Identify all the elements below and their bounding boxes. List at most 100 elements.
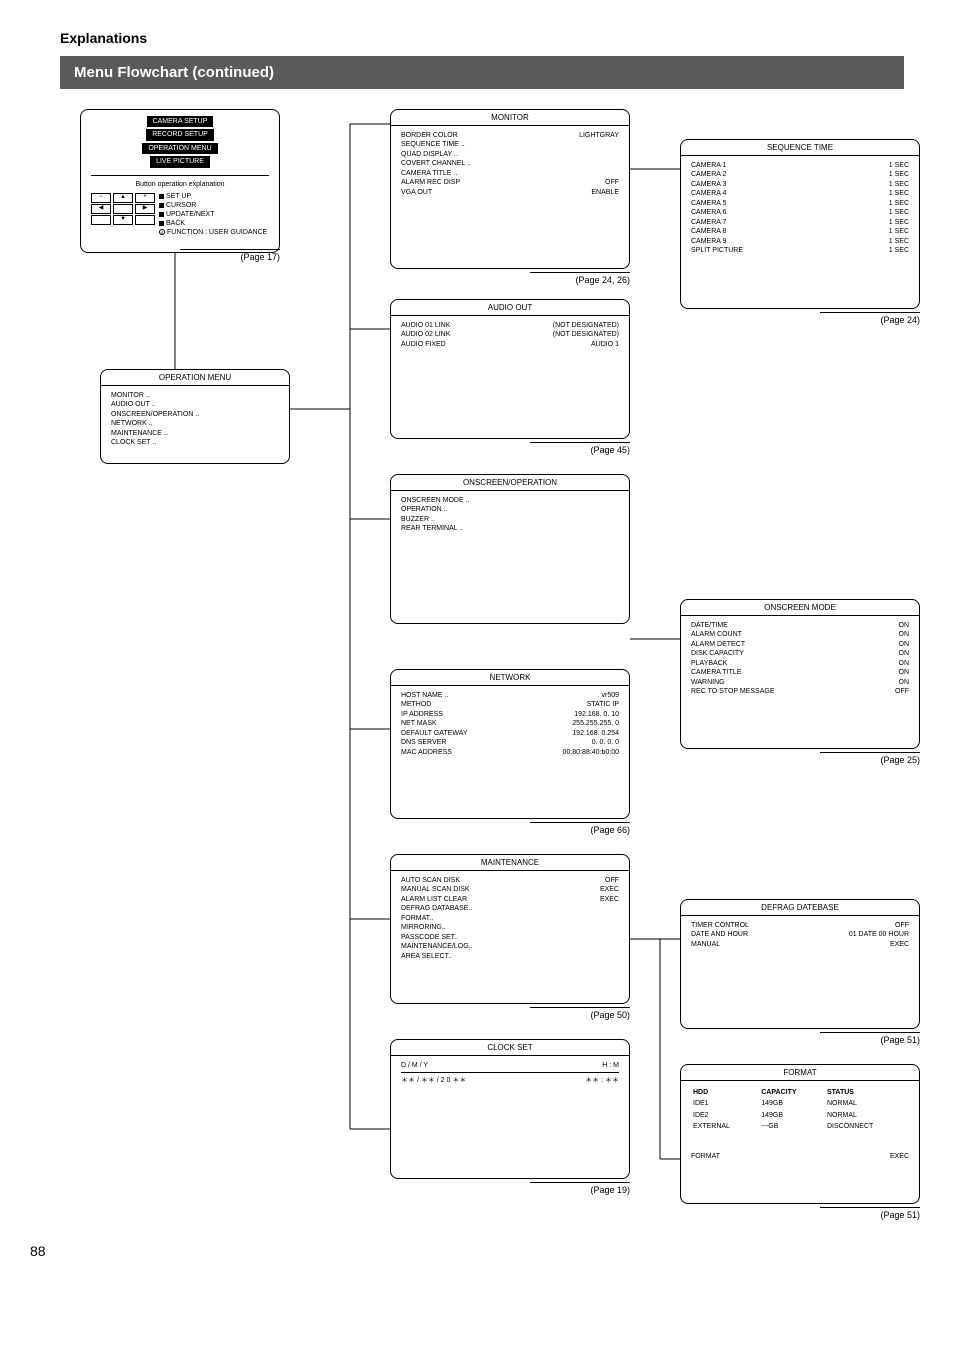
defrag-ref: (Page 51) xyxy=(820,1032,920,1045)
clock-dmy: D / M / Y xyxy=(401,1061,428,1070)
onscreen-mode-ref: (Page 25) xyxy=(820,752,920,765)
data-row: AUTO SCAN DISKOFF xyxy=(401,876,619,885)
menu-operation-menu[interactable]: OPERATION MENU xyxy=(142,143,217,154)
main-menu-panel: CAMERA SETUP RECORD SETUP OPERATION MENU… xyxy=(80,109,280,253)
op-maintenance[interactable]: MAINTENANCE .. xyxy=(111,429,279,438)
data-row: CAMERA 81 SEC xyxy=(691,227,909,236)
btn-plus[interactable]: + xyxy=(135,193,155,203)
menu-record-setup[interactable]: RECORD SETUP xyxy=(146,129,214,140)
data-row: CAMERA 91 SEC xyxy=(691,237,909,246)
btn-down[interactable]: ▼ xyxy=(113,215,133,225)
onscreen-op-head: ONSCREEN/OPERATION xyxy=(391,475,629,491)
data-row: CAMERA 11 SEC xyxy=(691,161,909,170)
fmt-exec[interactable]: EXEC xyxy=(890,1152,909,1161)
menu-live-picture[interactable]: LIVE PICTURE xyxy=(150,156,210,167)
data-row: MANUAL SCAN DISKEXEC xyxy=(401,885,619,894)
data-row: MAC ADDRESS00:80:88:40:b0:00 xyxy=(401,748,619,757)
clock-hm: H : M xyxy=(602,1061,619,1070)
clock-date-val[interactable]: ＊＊ / ＊＊ / 2 0 ＊＊ xyxy=(401,1076,466,1085)
data-row: DISK CAPACITYON xyxy=(691,649,909,658)
data-row: METHODSTATIC IP xyxy=(401,700,619,709)
maintenance-head: MAINTENANCE xyxy=(391,855,629,871)
onscreen-mode-head: ONSCREEN MODE xyxy=(681,600,919,616)
btn-minus[interactable]: − xyxy=(91,193,111,203)
monitor-panel: MONITOR BORDER COLORLIGHTGRAYSEQUENCE TI… xyxy=(390,109,630,269)
clock-ref: (Page 19) xyxy=(530,1182,630,1195)
data-row: ALARM COUNTON xyxy=(691,630,909,639)
maintenance-ref: (Page 50) xyxy=(530,1007,630,1020)
network-panel: NETWORK HOST NAME ..vr509METHODSTATIC IP… xyxy=(390,669,630,819)
btn-up[interactable]: ▲ xyxy=(113,193,133,203)
sequence-time-panel: SEQUENCE TIME CAMERA 11 SECCAMERA 21 SEC… xyxy=(680,139,920,309)
data-row: ALARM REC DISPOFF xyxy=(401,178,619,187)
data-row: CAMERA 71 SEC xyxy=(691,218,909,227)
sequence-ref: (Page 24) xyxy=(820,312,920,325)
maintenance-panel: MAINTENANCE AUTO SCAN DISKOFFMANUAL SCAN… xyxy=(390,854,630,1004)
data-row: DNS SERVER0. 0. 0. 0 xyxy=(401,738,619,747)
data-row: BORDER COLORLIGHTGRAY xyxy=(401,131,619,140)
data-row: NET MASK255.255.255. 0 xyxy=(401,719,619,728)
data-row: QUAD DISPLAY .. xyxy=(401,150,619,159)
data-row: CAMERA 31 SEC xyxy=(691,180,909,189)
data-row: DEFAULT GATEWAY192.168. 0.254 xyxy=(401,729,619,738)
osop-operation[interactable]: OPERATION .. xyxy=(401,505,619,514)
legend-back: BACK xyxy=(166,220,185,227)
btn-left[interactable]: ◀ xyxy=(91,204,111,214)
data-row: PASSCODE SET.. xyxy=(401,933,619,942)
legend-cursor: CURSOR xyxy=(166,202,196,209)
data-row: CAMERA 21 SEC xyxy=(691,170,909,179)
clock-set-head: CLOCK SET xyxy=(391,1040,629,1056)
data-row: PLAYBACKON xyxy=(691,659,909,668)
osop-buzzer[interactable]: BUZZER .. xyxy=(401,515,619,524)
op-onscreen[interactable]: ONSCREEN/OPERATION .. xyxy=(111,410,279,419)
data-row: MIRRORING.. xyxy=(401,923,619,932)
title-bar: Menu Flowchart (continued) xyxy=(60,56,904,89)
clock-time-val[interactable]: ＊＊ : ＊＊ xyxy=(585,1076,619,1085)
section-heading: Explanations xyxy=(60,30,904,46)
monitor-head: MONITOR xyxy=(391,110,629,126)
network-ref: (Page 66) xyxy=(530,822,630,835)
legend-func: FUNCTION : USER GUIDANCE xyxy=(167,229,267,236)
osop-rear[interactable]: REAR TERMINAL .. xyxy=(401,524,619,533)
data-row: CAMERA 61 SEC xyxy=(691,208,909,217)
op-clock-set[interactable]: CLOCK SET .. xyxy=(111,438,279,447)
sequence-time-head: SEQUENCE TIME xyxy=(681,140,919,156)
osop-mode[interactable]: ONSCREEN MODE .. xyxy=(401,496,619,505)
data-row: VGA OUTENABLE xyxy=(401,188,619,197)
operation-menu-head: OPERATION MENU xyxy=(101,370,289,386)
op-monitor[interactable]: MONITOR .. xyxy=(111,391,279,400)
fmt-h-hdd: HDD xyxy=(693,1088,759,1097)
format-panel: FORMAT HDDCAPACITYSTATUS IDE1149GBNORMAL… xyxy=(680,1064,920,1204)
data-row: COVERT CHANNEL .. xyxy=(401,159,619,168)
data-row: AUDIO 02 LINK(NOT DESIGNATED) xyxy=(401,330,619,339)
main-menu-ref: (Page 17) xyxy=(180,249,280,262)
data-row: SPLIT PICTURE1 SEC xyxy=(691,246,909,255)
op-audio-out[interactable]: AUDIO OUT .. xyxy=(111,400,279,409)
network-head: NETWORK xyxy=(391,670,629,686)
data-row: DATE AND HOUR01 DATE 00 HOUR xyxy=(691,930,909,939)
btn-blank3 xyxy=(135,215,155,225)
format-ref: (Page 51) xyxy=(820,1207,920,1220)
data-row: ALARM LIST CLEAREXEC xyxy=(401,895,619,904)
btn-blank xyxy=(113,204,133,214)
btn-right[interactable]: ▶ xyxy=(135,204,155,214)
menu-camera-setup[interactable]: CAMERA SETUP xyxy=(147,116,214,127)
monitor-ref: (Page 24, 26) xyxy=(530,272,630,285)
clock-set-panel: CLOCK SET D / M / Y H : M ＊＊ / ＊＊ / 2 0 … xyxy=(390,1039,630,1179)
defrag-head: DEFRAG DATEBASE xyxy=(681,900,919,916)
data-row: IP ADDRESS192.168. 0. 10 xyxy=(401,710,619,719)
fmt-h-status: STATUS xyxy=(827,1088,907,1097)
data-row: CAMERA TITLE .. xyxy=(401,169,619,178)
data-row: MAINTENANCE/LOG.. xyxy=(401,942,619,951)
data-row: MANUALEXEC xyxy=(691,940,909,949)
data-row: AUDIO 01 LINK(NOT DESIGNATED) xyxy=(401,321,619,330)
audio-ref: (Page 45) xyxy=(530,442,630,455)
audio-out-panel: AUDIO OUT AUDIO 01 LINK(NOT DESIGNATED)A… xyxy=(390,299,630,439)
data-row: ALARM DETECTON xyxy=(691,640,909,649)
op-network[interactable]: NETWORK .. xyxy=(111,419,279,428)
data-row: FORMAT.. xyxy=(401,914,619,923)
data-row: WARNINGON xyxy=(691,678,909,687)
legend-update: UPDATE/NEXT xyxy=(166,211,215,218)
page-number: 88 xyxy=(30,1243,46,1259)
data-row: AREA SELECT.. xyxy=(401,952,619,961)
